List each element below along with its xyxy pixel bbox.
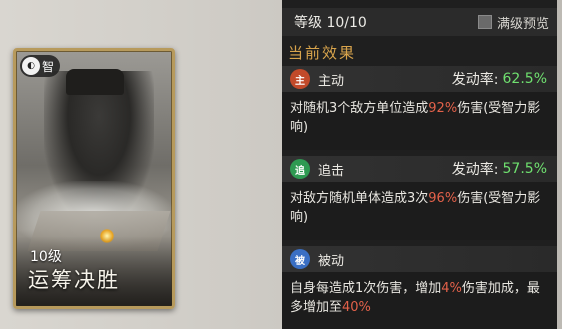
effect-type: 追击 [318,163,345,179]
desc-text: 自身每造成1次伤害，增加 [290,281,442,296]
effect-description: 对敌方随机单体造成3次96%伤害(受智力影响) [282,182,557,227]
rate-value: 62.5% [502,71,547,87]
desc-highlight: 4% [441,281,462,296]
effect-passive-bar: 被 被动 [282,246,557,272]
active-icon: 主 [290,69,310,89]
effect-type: 主动 [318,73,345,89]
skill-card[interactable]: ◐ 智 10级 运筹决胜 [13,48,175,309]
skill-detail-panel: 等级 10/10 满级预览 当前效果 主 主动 发动率: 62.5% 对随机3个… [282,0,557,329]
card-artwork-hat [66,69,124,95]
desc-text: 对随机3个敌方单位造成 [290,101,429,116]
desc-text: 对敌方随机单体造成3次 [290,191,429,206]
effect-pursuit: 追 追击 发动率: 57.5% 对敌方随机单体造成3次96%伤害(受智力影响) [282,156,557,240]
effect-passive: 被 被动 自身每造成1次伤害，增加4%伤害加成，最多增加至40% [282,246,557,329]
card-level: 10级 [30,249,62,265]
effect-type: 被动 [318,253,345,269]
rate-value: 57.5% [502,161,547,177]
skill-type-label: 智 [42,59,55,74]
pursuit-icon: 追 [290,159,310,179]
full-level-preview-checkbox[interactable] [477,15,492,29]
full-level-preview-label[interactable]: 满级预览 [497,13,549,32]
effect-description: 自身每造成1次伤害，增加4%伤害加成，最多增加至40% [282,272,557,317]
level-text: 等级 10/10 [294,15,367,31]
effect-description: 对随机3个敌方单位造成92%伤害(受智力影响) [282,92,557,137]
level-header: 等级 10/10 满级预览 [282,8,557,36]
desc-highlight: 96% [428,191,458,206]
rate-label: 发动率: [451,72,499,88]
mask-icon: ◐ [22,57,40,75]
rate-label: 发动率: [451,162,499,178]
skill-type-badge: ◐ 智 [20,55,61,77]
card-skill-name: 运筹决胜 [28,268,120,292]
current-effect-title: 当前效果 [288,44,357,62]
effect-active: 主 主动 发动率: 62.5% 对随机3个敌方单位造成92%伤害(受智力影响) [282,66,557,150]
effect-active-bar: 主 主动 发动率: 62.5% [282,66,557,92]
desc-highlight: 40% [342,300,371,315]
effect-pursuit-bar: 追 追击 发动率: 57.5% [282,156,557,182]
passive-icon: 被 [290,249,310,269]
desc-highlight: 92% [428,101,458,116]
